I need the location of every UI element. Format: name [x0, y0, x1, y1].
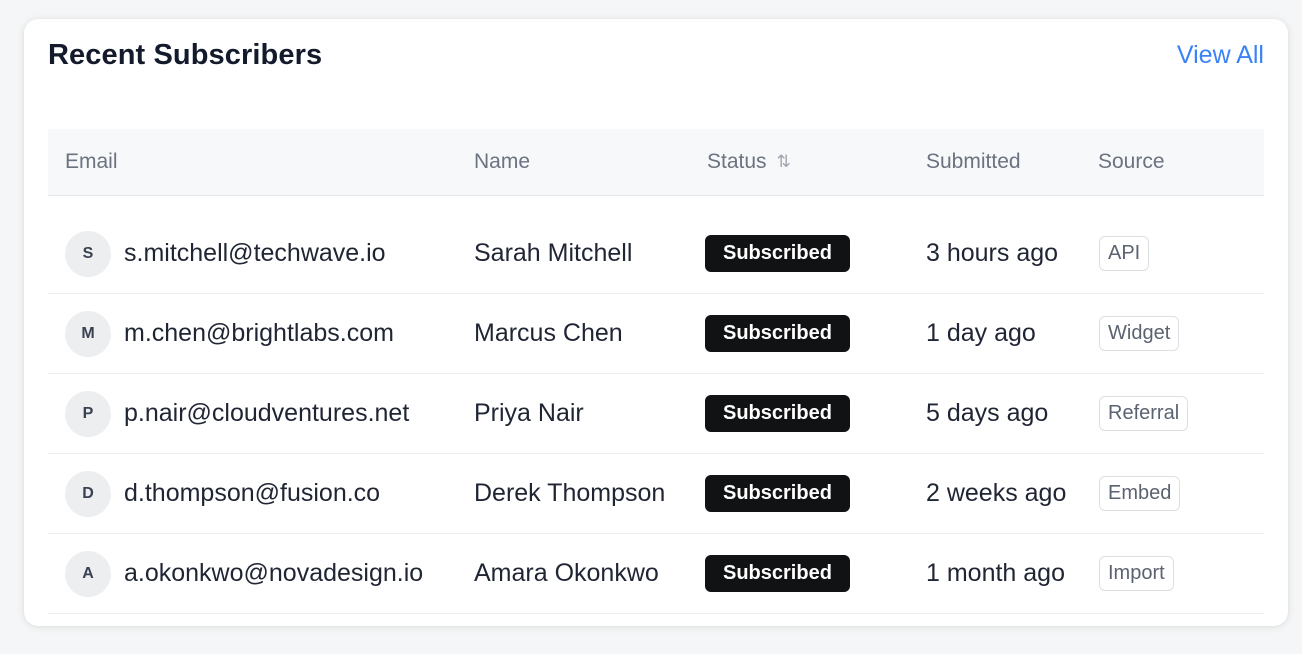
column-header-source[interactable]: Source: [1098, 150, 1264, 174]
status-cell: Subscribed: [705, 235, 926, 272]
source-tag: API: [1099, 236, 1150, 271]
submitted-cell: 2 weeks ago: [926, 479, 1067, 507]
status-cell: Subscribed: [705, 395, 926, 432]
email-cell: D d.thompson@fusion.co: [48, 470, 474, 517]
status-badge: Subscribed: [705, 235, 850, 272]
name-cell: Priya Nair: [474, 399, 584, 427]
source-tag: Import: [1099, 556, 1174, 591]
source-tag: Referral: [1099, 396, 1189, 431]
card-title: Recent Subscribers: [48, 39, 323, 71]
submitted-cell: 1 month ago: [926, 559, 1065, 587]
table-row[interactable]: M m.chen@brightlabs.com Marcus Chen Subs…: [48, 294, 1264, 374]
avatar: M: [65, 310, 111, 357]
email-text: p.nair@cloudventures.net: [124, 399, 410, 427]
submitted-cell: 3 hours ago: [926, 239, 1059, 267]
column-header-status[interactable]: Status ⇅: [707, 150, 926, 174]
avatar: S: [65, 230, 111, 277]
name-cell: Derek Thompson: [474, 479, 666, 507]
submitted-cell: 5 days ago: [926, 399, 1049, 427]
name-cell: Marcus Chen: [474, 319, 623, 347]
table-row[interactable]: S s.mitchell@techwave.io Sarah Mitchell …: [48, 214, 1264, 294]
email-cell: A a.okonkwo@novadesign.io: [48, 550, 474, 597]
table-row[interactable]: D d.thompson@fusion.co Derek Thompson Su…: [48, 454, 1264, 534]
email-text: d.thompson@fusion.co: [124, 479, 381, 507]
source-cell: Embed: [1098, 476, 1264, 511]
email-text: a.okonkwo@novadesign.io: [124, 559, 424, 587]
status-badge: Subscribed: [705, 475, 850, 512]
table-row[interactable]: A a.okonkwo@novadesign.io Amara Okonkwo …: [48, 534, 1264, 614]
status-cell: Subscribed: [705, 315, 926, 352]
subscribers-table: Email Name Status ⇅ Submitted Source S s…: [48, 129, 1264, 614]
recent-subscribers-card: Recent Subscribers View All Email Name S…: [24, 19, 1288, 626]
source-cell: Import: [1098, 556, 1264, 591]
column-header-status-label: Status: [707, 150, 767, 173]
source-cell: Referral: [1098, 396, 1264, 431]
name-cell: Amara Okonkwo: [474, 559, 659, 587]
email-cell: S s.mitchell@techwave.io: [48, 230, 474, 277]
table-row[interactable]: P p.nair@cloudventures.net Priya Nair Su…: [48, 374, 1264, 454]
avatar: A: [65, 550, 111, 597]
column-header-email[interactable]: Email: [48, 150, 474, 174]
column-header-name[interactable]: Name: [474, 150, 707, 174]
email-text: s.mitchell@techwave.io: [124, 239, 386, 267]
column-header-submitted[interactable]: Submitted: [926, 150, 1098, 174]
status-badge: Subscribed: [705, 315, 850, 352]
status-cell: Subscribed: [705, 555, 926, 592]
sort-arrows-icon[interactable]: ⇅: [777, 152, 791, 172]
submitted-cell: 1 day ago: [926, 319, 1036, 347]
status-badge: Subscribed: [705, 395, 850, 432]
email-cell: P p.nair@cloudventures.net: [48, 390, 474, 437]
email-text: m.chen@brightlabs.com: [124, 319, 394, 347]
source-cell: API: [1098, 236, 1264, 271]
status-badge: Subscribed: [705, 555, 850, 592]
table-header: Email Name Status ⇅ Submitted Source: [48, 129, 1264, 196]
email-cell: M m.chen@brightlabs.com: [48, 310, 474, 357]
status-cell: Subscribed: [705, 475, 926, 512]
source-cell: Widget: [1098, 316, 1264, 351]
view-all-link[interactable]: View All: [1177, 41, 1264, 70]
source-tag: Embed: [1099, 476, 1181, 511]
avatar: D: [65, 470, 111, 517]
avatar: P: [65, 390, 111, 437]
name-cell: Sarah Mitchell: [474, 239, 633, 267]
source-tag: Widget: [1099, 316, 1180, 351]
